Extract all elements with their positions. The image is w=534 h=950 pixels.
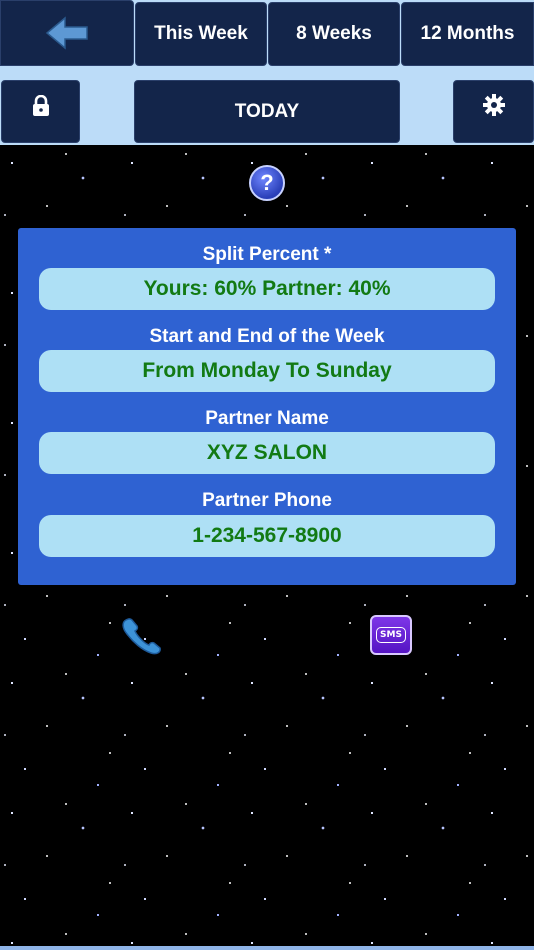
week-range-label: Start and End of the Week [149, 326, 385, 347]
twelve-months-button[interactable]: 12 Months [401, 2, 534, 66]
week-range-field[interactable]: From Monday To Sunday [39, 350, 495, 392]
phone-icon[interactable] [118, 614, 166, 658]
bottom-edge [0, 946, 534, 950]
settings-button[interactable] [453, 80, 534, 143]
partner-phone-field[interactable]: 1-234-567-8900 [39, 515, 495, 557]
lock-button[interactable] [1, 80, 80, 143]
question-icon[interactable]: ? [249, 165, 285, 201]
settings-panel: Split Percent * Yours: 60% Partner: 40% … [18, 228, 516, 585]
partner-name-label: Partner Name [205, 408, 329, 429]
lock-icon [32, 95, 49, 116]
gear-icon [482, 94, 505, 116]
split-percent-label: Split Percent * [202, 244, 332, 265]
eight-weeks-button[interactable]: 8 Weeks [268, 2, 400, 66]
split-percent-field[interactable]: Yours: 60% Partner: 40% [39, 268, 495, 310]
arrow-left-icon [45, 16, 88, 50]
sms-text: SMS [376, 627, 406, 643]
back-button[interactable] [0, 0, 134, 66]
today-button[interactable]: TODAY [134, 80, 400, 143]
sms-icon[interactable]: SMS [370, 615, 412, 655]
partner-name-field[interactable]: XYZ SALON [39, 432, 495, 474]
this-week-button[interactable]: This Week [135, 2, 267, 66]
partner-phone-label: Partner Phone [202, 490, 332, 511]
